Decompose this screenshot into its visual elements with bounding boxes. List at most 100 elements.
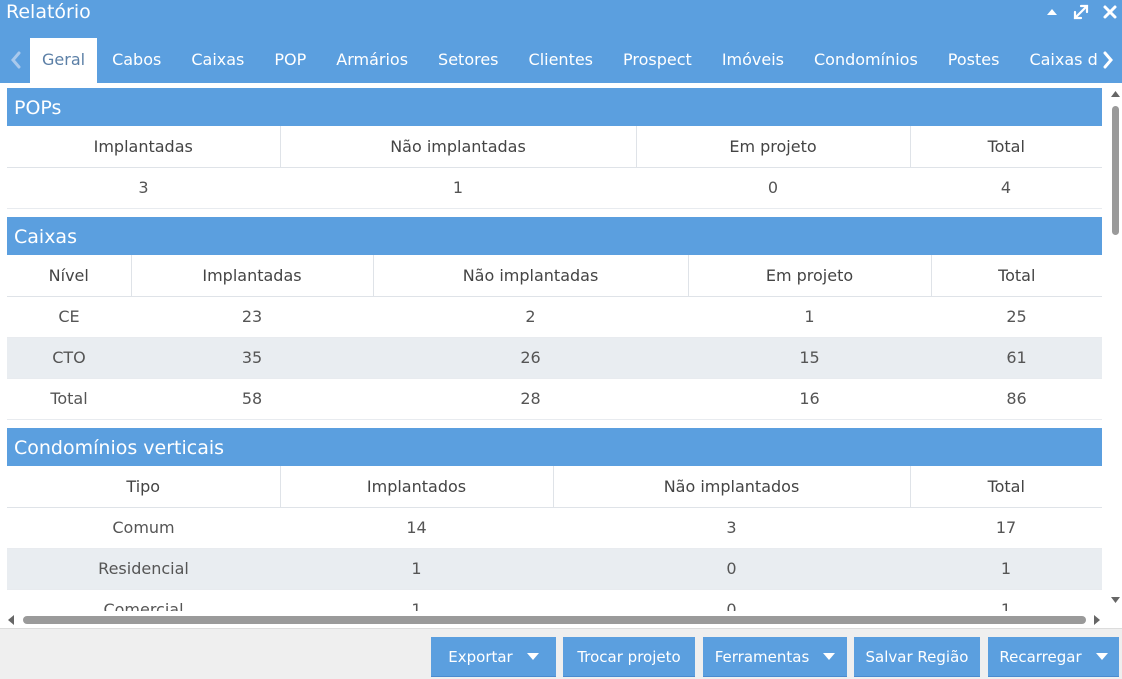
column-header: Nível — [7, 255, 131, 297]
scroll-left-icon[interactable] — [7, 615, 15, 625]
table-header-row: Implantadas Não implantadas Em projeto T… — [7, 126, 1102, 168]
window-header: Relatório Geral Cabos Caixas POP Armários Set… — [0, 0, 1122, 83]
table-cell: Total — [7, 378, 131, 420]
caret-down-icon — [526, 653, 539, 660]
caixas-table: Nível Implantadas Não implantadas Em pro… — [7, 255, 1102, 420]
tab-scroll-right-icon[interactable] — [1098, 46, 1118, 74]
tab-caixas[interactable]: Caixas — [176, 38, 259, 83]
column-header: Implantadas — [130, 255, 373, 297]
table-cell: 1 — [280, 548, 553, 590]
section-title: Condomínios verticais — [7, 428, 1102, 466]
table-cell: 58 — [131, 378, 373, 420]
collapse-icon[interactable] — [1042, 2, 1062, 22]
condominios-section: Condomínios verticais Tipo Implantados N… — [7, 428, 1102, 611]
recarregar-button[interactable]: Recarregar — [988, 637, 1119, 677]
table-cell: 26 — [373, 337, 688, 379]
table-row: CTO 35 26 15 61 — [7, 337, 1102, 379]
table-cell: Comum — [7, 507, 280, 549]
table-cell: 1 — [280, 167, 636, 209]
table-cell: CTO — [7, 337, 131, 379]
table-row: CE 23 2 1 25 — [7, 296, 1102, 338]
button-label: Ferramentas — [714, 648, 810, 666]
footer-toolbar: Exportar Trocar projeto Ferramentas Salv… — [0, 628, 1122, 679]
table-cell: 17 — [910, 507, 1102, 549]
table-cell: 16 — [688, 378, 931, 420]
section-title: Caixas — [7, 217, 1102, 255]
table-cell: 1 — [910, 548, 1102, 590]
tab-condominios[interactable]: Condomínios — [799, 38, 933, 83]
table-cell: 14 — [280, 507, 553, 549]
table-cell: Comercial — [7, 589, 280, 611]
column-header: Total — [909, 126, 1102, 168]
scroll-up-icon[interactable] — [1111, 90, 1120, 98]
salvar-regiao-button[interactable]: Salvar Região — [854, 637, 980, 677]
table-cell: 1 — [688, 296, 931, 338]
table-cell: 2 — [373, 296, 688, 338]
trocar-projeto-button[interactable]: Trocar projeto — [563, 637, 695, 677]
tab-bar: Geral Cabos Caixas POP Armários Setores Client… — [30, 38, 1098, 83]
table-cell: 25 — [931, 296, 1102, 338]
tab-pop[interactable]: POP — [259, 38, 321, 83]
vertical-scrollbar[interactable] — [1108, 83, 1122, 611]
horizontal-scrollbar[interactable] — [0, 611, 1108, 628]
table-row: Comercial 1 0 1 — [7, 589, 1102, 611]
tab-postes[interactable]: Postes — [933, 38, 1015, 83]
column-header: Em projeto — [687, 255, 931, 297]
tab-prospect[interactable]: Prospect — [608, 38, 707, 83]
table-cell: CE — [7, 296, 131, 338]
column-header: Não implantadas — [279, 126, 636, 168]
button-label: Salvar Região — [865, 648, 969, 666]
table-row: Total 58 28 16 86 — [7, 378, 1102, 420]
exportar-button[interactable]: Exportar — [431, 637, 556, 677]
table-cell: 86 — [931, 378, 1102, 420]
tab-setores[interactable]: Setores — [423, 38, 513, 83]
pops-table: Implantadas Não implantadas Em projeto T… — [7, 126, 1102, 209]
ferramentas-button[interactable]: Ferramentas — [703, 637, 847, 677]
table-cell: 15 — [688, 337, 931, 379]
button-label: Recarregar — [999, 648, 1082, 666]
caixas-section: Caixas Nível Implantadas Não implantadas… — [7, 217, 1102, 420]
table-cell: 35 — [131, 337, 373, 379]
window-title: Relatório — [6, 1, 91, 23]
column-header: Tipo — [7, 466, 280, 508]
column-header: Não implantados — [552, 466, 910, 508]
table-row: 3 1 0 4 — [7, 167, 1102, 209]
button-label: Trocar projeto — [577, 648, 681, 666]
scroll-down-icon[interactable] — [1111, 596, 1120, 604]
tab-cabos[interactable]: Cabos — [97, 38, 176, 83]
tab-clientes[interactable]: Clientes — [514, 38, 609, 83]
column-header: Não implantadas — [372, 255, 688, 297]
table-cell: Residencial — [7, 548, 280, 590]
column-header: Implantados — [279, 466, 553, 508]
table-row: Residencial 1 0 1 — [7, 548, 1102, 590]
table-cell: 0 — [553, 589, 910, 611]
column-header: Total — [930, 255, 1102, 297]
report-content: POPs Implantadas Não implantadas Em proj… — [0, 83, 1108, 611]
tab-armarios[interactable]: Armários — [321, 38, 423, 83]
table-cell: 0 — [636, 167, 910, 209]
section-title: POPs — [7, 88, 1102, 126]
vertical-scroll-thumb[interactable] — [1112, 106, 1119, 235]
tab-geral[interactable]: Geral — [30, 38, 98, 83]
pops-section: POPs Implantadas Não implantadas Em proj… — [7, 88, 1102, 209]
column-header: Implantadas — [7, 126, 280, 168]
table-cell: 23 — [131, 296, 373, 338]
table-header-row: Tipo Implantados Não implantados Total — [7, 466, 1102, 508]
caret-down-icon — [1095, 653, 1108, 660]
expand-icon[interactable] — [1071, 2, 1091, 22]
table-cell: 1 — [280, 589, 553, 611]
horizontal-scroll-thumb[interactable] — [23, 616, 1086, 624]
tab-caixas-de-passagem[interactable]: Caixas de pa — [1014, 38, 1098, 83]
table-header-row: Nível Implantadas Não implantadas Em pro… — [7, 255, 1102, 297]
table-cell: 28 — [373, 378, 688, 420]
table-row: Comum 14 3 17 — [7, 507, 1102, 549]
scroll-right-icon[interactable] — [1093, 615, 1101, 625]
tab-imoveis[interactable]: Imóveis — [707, 38, 799, 83]
close-icon[interactable] — [1100, 2, 1120, 22]
column-header: Total — [909, 466, 1102, 508]
table-cell: 0 — [553, 548, 910, 590]
column-header: Em projeto — [635, 126, 910, 168]
tab-scroll-left-icon[interactable] — [6, 46, 26, 74]
condominios-table: Tipo Implantados Não implantados Total C… — [7, 466, 1102, 611]
table-cell: 4 — [910, 167, 1102, 209]
